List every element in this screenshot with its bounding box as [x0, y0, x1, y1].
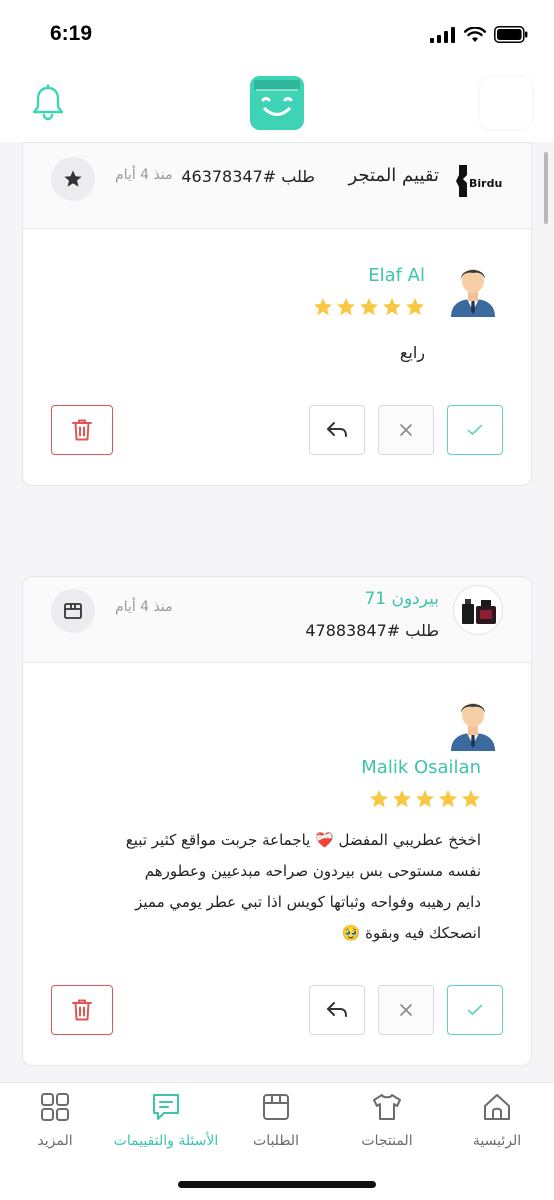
review-text: رايع	[399, 343, 425, 362]
star-rating	[313, 297, 425, 317]
grid-icon	[41, 1093, 69, 1121]
approve-button[interactable]	[447, 985, 503, 1035]
close-icon	[400, 1004, 412, 1016]
rating-star-icon	[406, 298, 424, 316]
home-indicator	[178, 1181, 376, 1188]
order-number[interactable]: طلب #47883847	[305, 621, 439, 640]
reply-button[interactable]	[309, 405, 365, 455]
review-time: منذ 4 أيام	[115, 167, 173, 183]
scrollbar[interactable]	[544, 152, 548, 224]
rating-star-icon	[439, 790, 457, 808]
rating-star-icon	[383, 298, 401, 316]
rating-star-icon	[314, 298, 332, 316]
review-text-line: اخخخ عطريبي المفضل ❤️‍🩹 ياجماعة جربت موا…	[125, 831, 481, 849]
nav-item-home[interactable]: الرئيسية	[442, 1091, 552, 1149]
review-text: اخخخ عطريبي المفضل ❤️‍🩹 ياجماعة جربت موا…	[41, 825, 481, 949]
nav-label: الأسئلة والتقييمات	[113, 1133, 219, 1149]
status-icons	[430, 26, 528, 43]
store-logo-text: Birdun	[469, 177, 503, 190]
reviewer-avatar	[451, 269, 495, 317]
rating-star-icon	[416, 790, 434, 808]
nav-item-orders[interactable]: الطلبات	[221, 1091, 331, 1149]
reviewer-name: Elaf Al	[368, 265, 425, 286]
app-logo	[250, 76, 304, 130]
star-rating	[369, 789, 481, 809]
rating-star-icon	[360, 298, 378, 316]
battery-icon	[494, 26, 528, 43]
rating-star-icon	[337, 298, 355, 316]
app-header	[0, 66, 554, 142]
review-card-body: Malik Osailan اخخخ عطريبي المفضل ❤️‍🩹 يا…	[23, 663, 531, 1065]
orders-box-icon	[263, 1094, 289, 1120]
product-thumbnail	[453, 585, 503, 635]
reject-button[interactable]	[378, 405, 434, 455]
review-text-line: دايم رهيبه وفواحه وثباتها كويس اذا تبي ع…	[135, 893, 481, 911]
nav-label: الطلبات	[253, 1133, 299, 1149]
approve-button[interactable]	[447, 405, 503, 455]
close-icon	[400, 424, 412, 436]
review-card: بيردون 71 طلب #47883847 منذ 4 أيام Malik…	[22, 576, 532, 1066]
check-icon	[467, 1004, 483, 1015]
nav-item-products[interactable]: المنتجات	[332, 1091, 442, 1149]
birdun-store-logo: Birdun	[456, 165, 503, 197]
review-card-header: بيردون 71 طلب #47883847 منذ 4 أيام	[23, 577, 531, 663]
nav-label: المنتجات	[361, 1133, 413, 1149]
trash-icon	[72, 419, 92, 441]
trash-icon	[72, 999, 92, 1021]
review-type-badge	[51, 589, 95, 633]
rating-star-icon	[462, 790, 480, 808]
reject-button[interactable]	[378, 985, 434, 1035]
check-icon	[467, 424, 483, 435]
status-bar: 6:19	[0, 0, 554, 66]
chat-icon	[153, 1094, 179, 1120]
profile-button[interactable]	[480, 77, 532, 129]
bell-icon[interactable]	[30, 84, 66, 122]
smiling-box-logo	[250, 76, 304, 130]
perfume-image	[462, 599, 496, 624]
app-screen: 6:19 Birdu تقييم المتجر طلب #46378347 من…	[0, 0, 554, 1200]
signal-icon	[430, 26, 455, 43]
rating-star-icon	[393, 790, 411, 808]
review-type-badge	[51, 157, 95, 201]
home-icon	[484, 1094, 510, 1120]
star-icon	[64, 170, 82, 187]
review-text-line: نفسه مستوحى بس بيردون صراحه مبدعيين وعطو…	[144, 862, 481, 880]
review-header-title: تقييم المتجر	[348, 165, 439, 186]
nav-label: الرئيسية	[472, 1133, 522, 1149]
reviewer-avatar	[451, 703, 495, 751]
nav-item-questions-reviews[interactable]: الأسئلة والتقييمات	[111, 1091, 221, 1149]
delete-review-button[interactable]	[51, 985, 113, 1035]
delete-review-button[interactable]	[51, 405, 113, 455]
review-card-body: Elaf Al رايع	[23, 229, 531, 485]
rating-star-icon	[370, 790, 388, 808]
product-name[interactable]: بيردون 71	[364, 589, 439, 609]
order-number[interactable]: طلب #46378347	[181, 167, 315, 186]
review-card-header: Birdun تقييم المتجر طلب #46378347 منذ 4 …	[23, 143, 531, 229]
status-time: 6:19	[50, 22, 93, 45]
review-text-line: انصحكك فيه وبقوة 🥹	[341, 924, 481, 942]
reviewer-name: Malik Osailan	[361, 757, 481, 778]
review-card: Birdun تقييم المتجر طلب #46378347 منذ 4 …	[22, 142, 532, 486]
nav-item-more[interactable]: المزيد	[0, 1091, 110, 1149]
review-time: منذ 4 أيام	[115, 599, 173, 615]
reply-button[interactable]	[309, 985, 365, 1035]
nav-label: المزيد	[37, 1133, 73, 1149]
wifi-icon	[464, 26, 486, 42]
shirt-icon	[373, 1094, 401, 1120]
box-icon	[64, 603, 82, 619]
reply-icon	[327, 1002, 347, 1017]
reply-icon	[327, 422, 347, 437]
